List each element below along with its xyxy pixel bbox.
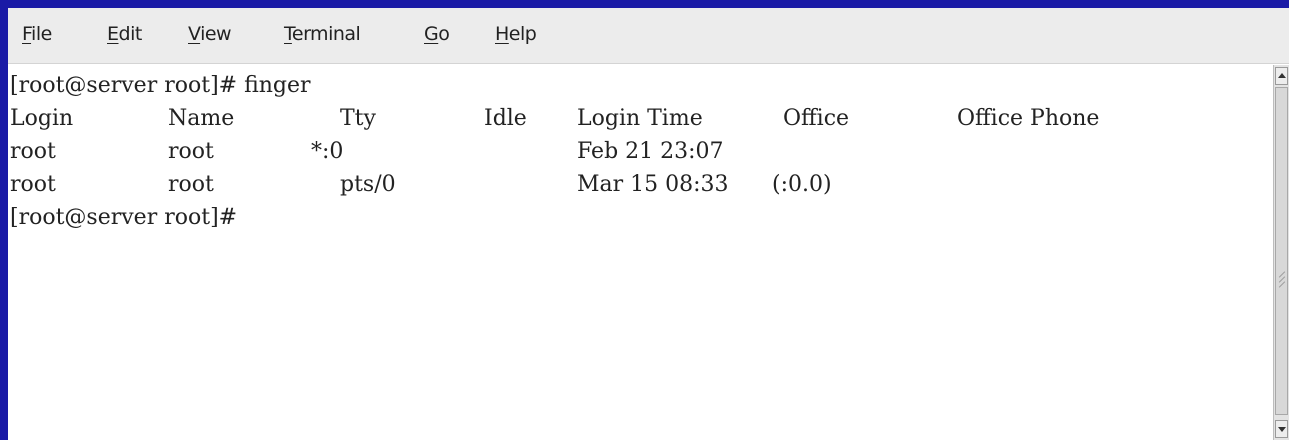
menu-help[interactable]: Help	[495, 23, 537, 45]
menu-terminal-mnemonic: T	[284, 23, 292, 45]
header-name: Name	[168, 106, 235, 131]
arrow-up-icon	[1278, 73, 1286, 78]
menu-file[interactable]: File	[22, 23, 52, 45]
menu-file-mnemonic: F	[22, 23, 32, 45]
row-login-time: Feb 21 23:07	[577, 139, 724, 164]
shell-prompt: [root@server root]#	[10, 205, 238, 230]
scrollbar-thumb[interactable]	[1275, 87, 1288, 415]
menu-bar: File Edit View Terminal Go Help	[8, 8, 1289, 64]
scroll-up-button[interactable]	[1275, 67, 1288, 85]
header-office: Office	[783, 106, 850, 131]
menu-go-mnemonic: G	[424, 23, 439, 45]
row-tty: *:0	[311, 139, 344, 164]
menu-view-label: iew	[200, 23, 232, 45]
menu-file-label: ile	[31, 23, 52, 45]
menu-edit-label: dit	[118, 23, 143, 45]
row-office: (:0.0)	[772, 172, 832, 197]
header-login-time: Login Time	[577, 106, 703, 131]
table-row: root root pts/0 Mar 15 08:33 (:0.0)	[10, 169, 1210, 201]
row-login-time: Mar 15 08:33	[577, 172, 729, 197]
row-login: root	[10, 172, 56, 197]
table-row: root root *:0 Feb 21 23:07	[10, 136, 1210, 168]
command-line: [root@server root]# finger	[10, 73, 311, 98]
header-office-phone: Office Phone	[957, 106, 1100, 131]
header-tty: Tty	[340, 106, 376, 131]
menu-help-mnemonic: H	[495, 23, 509, 45]
menu-terminal-label: erminal	[291, 23, 361, 45]
menu-help-label: elp	[508, 23, 537, 45]
menu-edit[interactable]: Edit	[107, 23, 142, 45]
row-tty: pts/0	[340, 172, 396, 197]
row-name: root	[168, 172, 214, 197]
vertical-scrollbar[interactable]	[1273, 65, 1289, 440]
header-idle: Idle	[484, 106, 527, 131]
menu-go-label: o	[438, 23, 450, 45]
header-row: Login Name Tty Idle Login Time Office Of…	[10, 103, 1210, 135]
scroll-down-button[interactable]	[1275, 420, 1288, 438]
row-name: root	[168, 139, 214, 164]
menu-view[interactable]: View	[188, 23, 232, 45]
menu-go[interactable]: Go	[424, 23, 450, 45]
arrow-down-icon	[1278, 427, 1286, 432]
terminal-output[interactable]: [root@server root]# finger Login Name Tt…	[8, 65, 1273, 440]
row-login: root	[10, 139, 56, 164]
menu-view-mnemonic: V	[188, 23, 201, 45]
menu-edit-mnemonic: E	[107, 23, 119, 45]
header-login: Login	[10, 106, 74, 131]
terminal-window: File Edit View Terminal Go Help [root@se…	[8, 8, 1289, 440]
menu-terminal[interactable]: Terminal	[284, 23, 361, 45]
